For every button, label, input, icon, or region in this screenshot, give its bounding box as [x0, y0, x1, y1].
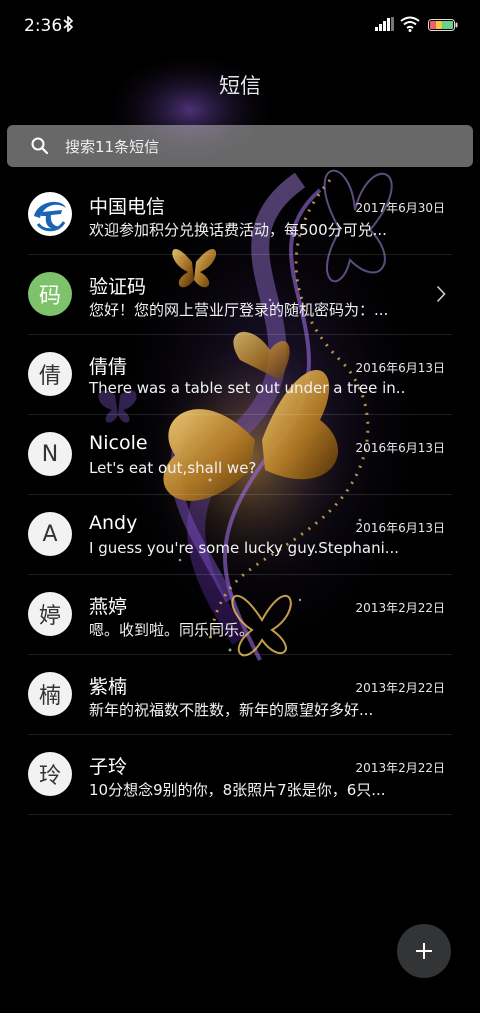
- page-title: 短信: [219, 74, 261, 98]
- bluetooth-icon: [63, 16, 74, 32]
- conversation-preview: 10分想念9别的你，8张照片7张是你，6只...: [89, 781, 386, 799]
- conversation-date: 2016年6月13日: [355, 521, 445, 535]
- sms-screen: 2:36 短信 搜索11条短信 中国电信 2017年6月30日 欢迎参加积分兑换…: [0, 0, 480, 1013]
- avatar: A: [28, 512, 72, 556]
- plus-icon: [416, 943, 432, 959]
- search-bar[interactable]: 搜索11条短信: [7, 125, 473, 167]
- list-item[interactable]: 码 验证码 您好！您的网上营业厅登录的随机密码为：...: [0, 255, 480, 335]
- conversation-name: 子玲: [89, 756, 128, 778]
- conversation-date: 2017年6月30日: [355, 201, 445, 215]
- conversation-date: 2016年6月13日: [355, 441, 445, 455]
- list-item[interactable]: 楠 紫楠 2013年2月22日 新年的祝福数不胜数，新年的愿望好多好...: [0, 655, 480, 735]
- avatar: [28, 192, 72, 236]
- conversation-preview: Let's eat out,shall we?: [89, 459, 257, 477]
- search-icon: [31, 137, 49, 155]
- avatar: 码: [28, 272, 72, 316]
- list-item[interactable]: 中国电信 2017年6月30日 欢迎参加积分兑换话费活动，每500分可兑...: [0, 175, 480, 255]
- list-item[interactable]: 婷 燕婷 2013年2月22日 嗯。收到啦。同乐同乐。: [0, 575, 480, 655]
- china-telecom-logo-icon: [29, 193, 71, 235]
- status-bar: 2:36: [0, 0, 480, 52]
- list-item[interactable]: N Nicole 2016年6月13日 Let's eat out,shall …: [0, 415, 480, 495]
- conversation-preview: There was a table set out under a tree i…: [89, 379, 404, 397]
- conversation-date: 2013年2月22日: [355, 681, 445, 695]
- avatar: N: [28, 432, 72, 476]
- list-item[interactable]: 玲 子玲 2013年2月22日 10分想念9别的你，8张照片7张是你，6只...: [0, 735, 480, 815]
- avatar: 倩: [28, 352, 72, 396]
- conversation-preview: 您好！您的网上营业厅登录的随机密码为：...: [89, 301, 389, 319]
- new-message-button[interactable]: [397, 924, 451, 978]
- chevron-right-icon: [436, 285, 446, 303]
- conversation-name: 倩倩: [89, 356, 128, 378]
- conversation-name: 紫楠: [89, 676, 128, 698]
- conversation-name: Nicole: [89, 432, 148, 454]
- conversation-date: 2013年2月22日: [355, 601, 445, 615]
- status-time: 2:36: [24, 16, 63, 36]
- conversation-date: 2013年2月22日: [355, 761, 445, 775]
- conversation-preview: I guess you're some lucky guy.Stephani..…: [89, 539, 400, 557]
- avatar: 玲: [28, 752, 72, 796]
- battery-icon: [428, 19, 458, 31]
- conversation-preview: 新年的祝福数不胜数，新年的愿望好多好...: [89, 701, 374, 719]
- conversation-name: 验证码: [89, 276, 147, 298]
- signal-icon: [375, 17, 394, 31]
- avatar: 婷: [28, 592, 72, 636]
- conversation-name: Andy: [89, 512, 138, 534]
- list-item[interactable]: A Andy 2016年6月13日 I guess you're some lu…: [0, 495, 480, 575]
- avatar: 楠: [28, 672, 72, 716]
- conversation-preview: 欢迎参加积分兑换话费活动，每500分可兑...: [89, 221, 387, 239]
- wifi-icon: [400, 16, 420, 32]
- conversation-name: 中国电信: [89, 196, 166, 218]
- list-item[interactable]: 倩 倩倩 2016年6月13日 There was a table set ou…: [0, 335, 480, 415]
- search-input[interactable]: 搜索11条短信: [65, 136, 159, 157]
- conversation-date: 2016年6月13日: [355, 361, 445, 375]
- conversation-name: 燕婷: [89, 596, 128, 618]
- divider: [28, 814, 452, 815]
- conversation-preview: 嗯。收到啦。同乐同乐。: [89, 621, 255, 639]
